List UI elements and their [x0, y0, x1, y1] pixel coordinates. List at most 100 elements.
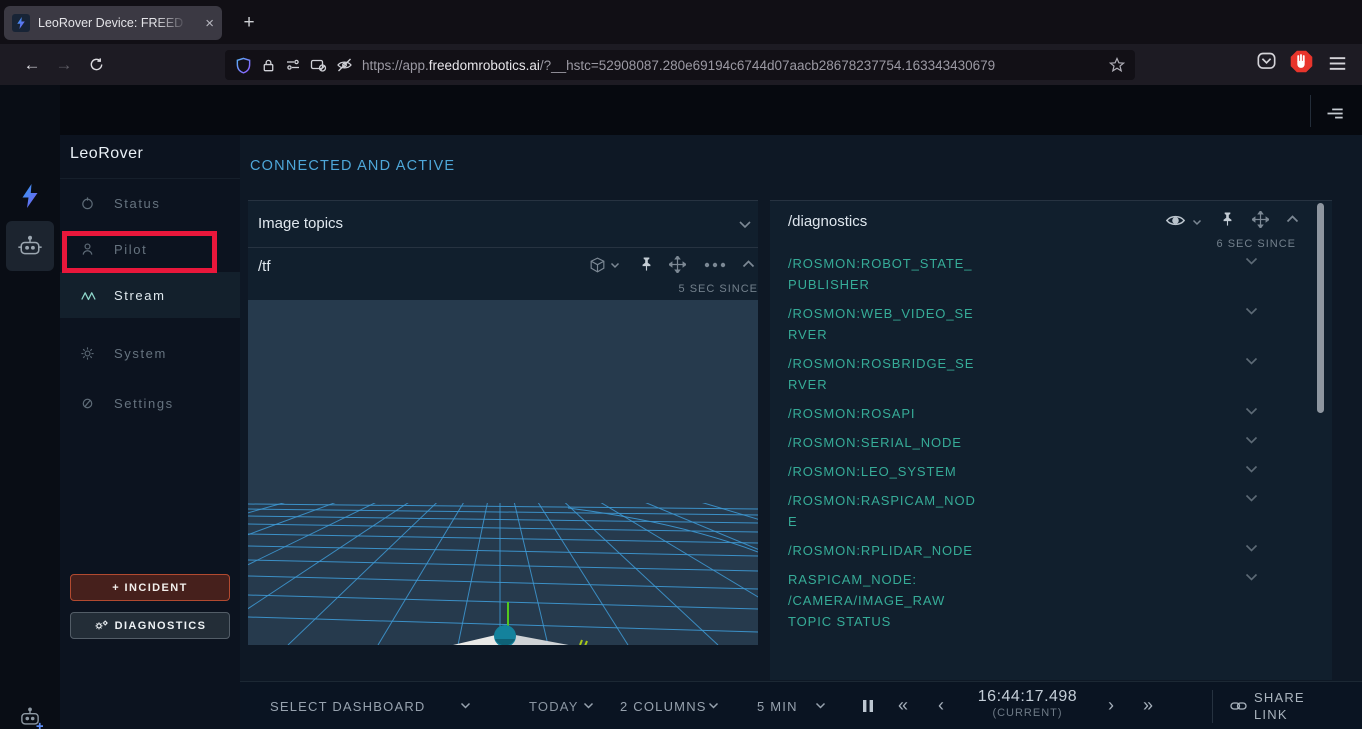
forward-button[interactable]: → [48, 55, 80, 75]
divider [770, 200, 1332, 201]
pause-button[interactable] [862, 699, 874, 713]
diagnostics-topics-list: /ROSMON:ROBOT_STATE_ PUBLISHER /ROSMON:W… [788, 253, 1258, 640]
chevron-down-icon[interactable] [1245, 257, 1258, 265]
reload-button[interactable] [80, 57, 112, 72]
sidebar-item-stream[interactable]: Stream [60, 272, 240, 318]
chevron-down-icon[interactable] [815, 702, 826, 709]
collapse-chevron-up-icon[interactable] [1286, 215, 1299, 223]
sidebar-item-system[interactable]: System [60, 330, 240, 376]
chevron-down-icon[interactable] [738, 220, 752, 229]
collapse-chevron-up-icon[interactable] [742, 260, 755, 268]
diagnostic-topic-row[interactable]: /ROSMON:ROSBRIDGE_SE RVER [788, 353, 1258, 395]
chevron-down-icon[interactable] [1245, 407, 1258, 415]
diagnostics-button-label: DIAGNOSTICS [115, 620, 207, 632]
columns-dropdown[interactable]: 2 COLUMNS [620, 699, 707, 714]
device-name: LeoRover [70, 145, 143, 163]
incident-button-label: + INCIDENT [112, 582, 187, 594]
permissions-sliders-icon[interactable] [285, 57, 301, 73]
stream-wave-icon [80, 288, 96, 303]
diagnostic-topic-row[interactable]: /ROSMON:RASPICAM_NOD E [788, 490, 1258, 532]
diagnostics-button[interactable]: DIAGNOSTICS [70, 612, 230, 639]
topbar-divider [1310, 95, 1311, 127]
rail-device-item[interactable] [6, 221, 54, 271]
bookmark-star-icon[interactable] [1109, 57, 1125, 73]
autoplay-blocked-icon[interactable] [310, 57, 327, 73]
date-range-dropdown[interactable]: TODAY [529, 699, 579, 714]
timeline-time-mode: (CURRENT) [970, 707, 1085, 719]
dashboard-main: CONNECTED AND ACTIVE Image topics /tf [240, 135, 1362, 681]
chevron-down-icon[interactable] [1245, 357, 1258, 365]
skip-forward-button[interactable]: » [1143, 695, 1153, 716]
chevron-down-icon[interactable] [1245, 573, 1258, 581]
url-text[interactable]: https://app.freedomrobotics.ai/?__hstc=5… [362, 58, 1103, 73]
add-device-button[interactable] [17, 706, 43, 729]
tab-favicon-lightning-icon [12, 14, 30, 32]
view-3d-cube-icon[interactable] [588, 256, 607, 275]
notifications-blocked-icon[interactable] [336, 57, 353, 73]
app-rail [0, 85, 60, 729]
time-window-dropdown[interactable]: 5 MIN [757, 699, 798, 714]
diagnostic-topic-row[interactable]: /ROSMON:RPLIDAR_NODE [788, 540, 1258, 561]
browser-tab-bar: LeoRover Device: FREED × + [0, 0, 1362, 44]
filter-icon[interactable] [1324, 103, 1345, 124]
url-path: /?__hstc=52908087.280e69194c6744d07aacb2… [540, 58, 995, 73]
system-gear-icon [80, 346, 96, 361]
adblock-button[interactable] [1290, 50, 1313, 73]
new-tab-button[interactable]: + [236, 10, 262, 36]
move-icon[interactable] [1252, 211, 1269, 228]
url-bar[interactable]: https://app.freedomrobotics.ai/?__hstc=5… [225, 50, 1135, 80]
timeline-time: 16:44:17.498 [970, 688, 1085, 706]
topic-name: RASPICAM_NODE: /CAMERA/IMAGE_RAW TOPIC S… [788, 569, 1028, 632]
divider [248, 247, 758, 248]
diagnostics-since-label: 6 SEC SINCE [1176, 238, 1296, 250]
browser-tab[interactable]: LeoRover Device: FREED × [4, 6, 222, 40]
step-back-button[interactable]: ‹ [938, 695, 944, 716]
diagnostic-topic-row[interactable]: /ROSMON:WEB_VIDEO_SE RVER [788, 303, 1258, 345]
device-status-banner: CONNECTED AND ACTIVE [250, 158, 455, 174]
https-lock-icon[interactable] [261, 58, 276, 73]
incident-button[interactable]: + INCIDENT [70, 574, 230, 601]
divider [248, 200, 758, 201]
chevron-down-icon[interactable] [1192, 219, 1202, 226]
diagnostic-topic-row[interactable]: /ROSMON:SERIAL_NODE [788, 432, 1258, 453]
sidebar-item-status[interactable]: Status [60, 180, 240, 226]
freedom-robotics-logo-icon[interactable] [18, 184, 42, 208]
chevron-down-icon[interactable] [708, 702, 719, 709]
back-button[interactable]: ← [16, 55, 48, 75]
select-dashboard-dropdown[interactable]: SELECT DASHBOARD [270, 699, 426, 714]
chevron-down-icon[interactable] [1245, 544, 1258, 552]
link-icon [1230, 700, 1247, 712]
pocket-button[interactable] [1256, 50, 1277, 71]
scrollbar-thumb[interactable] [1317, 203, 1324, 413]
sidebar-item-settings[interactable]: Settings [60, 380, 240, 426]
share-link-button[interactable]: SHARE LINK [1230, 689, 1310, 723]
tf-3d-viewport[interactable] [248, 300, 758, 645]
tab-close-icon[interactable]: × [205, 16, 214, 31]
chevron-down-icon[interactable] [460, 702, 471, 709]
tab-title: LeoRover Device: FREED [38, 16, 188, 30]
move-icon[interactable] [669, 256, 686, 273]
settings-icon [80, 396, 96, 411]
step-forward-button[interactable]: › [1108, 695, 1114, 716]
sidebar-item-label: Stream [114, 288, 166, 303]
pin-icon[interactable] [639, 256, 654, 272]
image-topics-select[interactable]: Image topics [258, 215, 343, 232]
chevron-down-icon[interactable] [583, 702, 594, 709]
diagnostic-topic-row[interactable]: /ROSMON:LEO_SYSTEM [788, 461, 1258, 482]
diagnostic-topic-row[interactable]: /ROSMON:ROSAPI [788, 403, 1258, 424]
chevron-down-icon[interactable] [1245, 436, 1258, 444]
tracking-protection-shield-icon[interactable] [235, 57, 252, 74]
menu-hamburger-icon[interactable] [1328, 54, 1347, 73]
skip-back-button[interactable]: « [898, 695, 908, 716]
share-link-label: SHARE LINK [1254, 689, 1310, 723]
diagnostic-topic-row[interactable]: RASPICAM_NODE: /CAMERA/IMAGE_RAW TOPIC S… [788, 569, 1258, 632]
chevron-down-icon[interactable] [1245, 307, 1258, 315]
chevron-down-icon[interactable] [1245, 465, 1258, 473]
chevron-down-icon[interactable] [610, 262, 620, 269]
sidebar-item-label: Settings [114, 396, 174, 411]
more-options-icon[interactable] [704, 262, 726, 268]
diagnostic-topic-row[interactable]: /ROSMON:ROBOT_STATE_ PUBLISHER [788, 253, 1258, 295]
chevron-down-icon[interactable] [1245, 494, 1258, 502]
visibility-eye-icon[interactable] [1165, 213, 1186, 228]
pin-icon[interactable] [1220, 211, 1235, 227]
